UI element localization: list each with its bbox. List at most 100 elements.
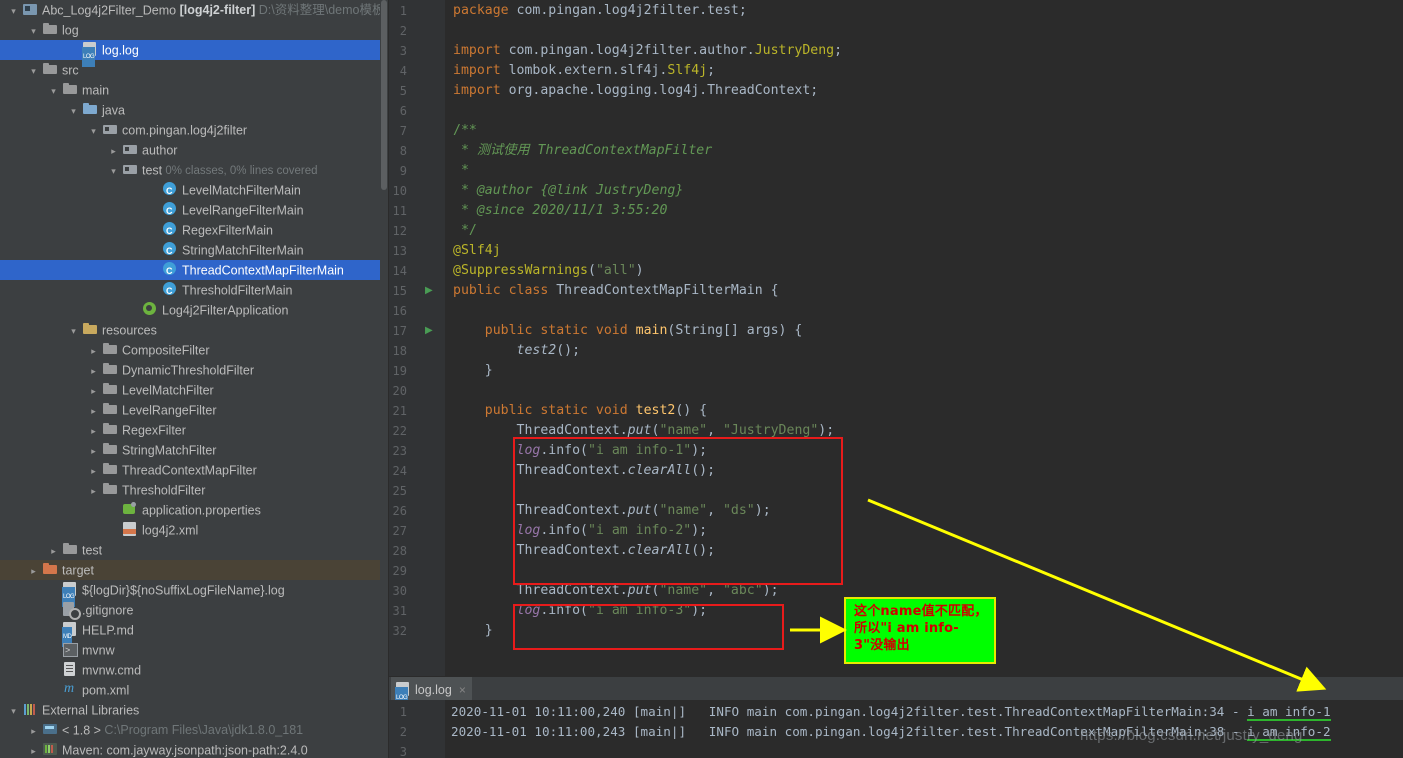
close-icon[interactable]: ×: [459, 683, 466, 697]
tree-item-dynamicthresholdfilter[interactable]: ▸ DynamicThresholdFilter: [0, 360, 389, 380]
run-gutter-icon[interactable]: ▶: [425, 321, 435, 341]
code-line: log.info("i am info-3");: [453, 601, 708, 621]
chevron-down-icon[interactable]: ▾: [8, 701, 19, 721]
chevron-right-icon[interactable]: ▸: [88, 421, 99, 441]
tree-item-java[interactable]: ▾ java: [0, 100, 389, 120]
tree-item-threadcontextmapfilter[interactable]: ▸ ThreadContextMapFilter: [0, 460, 389, 480]
chevron-right-icon[interactable]: ▸: [48, 541, 59, 561]
code-token: }: [453, 363, 493, 378]
chevron-right-icon[interactable]: ▸: [28, 741, 39, 758]
chevron-right-icon[interactable]: ▸: [88, 361, 99, 381]
tree-item-log4j2filterapplication[interactable]: Log4j2FilterApplication: [0, 300, 389, 320]
chevron-down-icon[interactable]: ▾: [68, 321, 79, 341]
tree-item-help-md[interactable]: HELP.md: [0, 620, 389, 647]
chevron-down-icon[interactable]: ▾: [108, 161, 119, 181]
tree-item-external-libraries[interactable]: ▾ External Libraries: [0, 700, 389, 720]
project-tree-scrollbar[interactable]: [380, 0, 388, 758]
tree-item-com-pingan-log4j2filter[interactable]: ▾ com.pingan.log4j2filter: [0, 120, 389, 140]
chevron-down-icon[interactable]: ▾: [8, 1, 19, 21]
chevron-right-icon[interactable]: ▸: [88, 461, 99, 481]
code-line: @Slf4j: [453, 241, 501, 261]
tree-item-levelrangefilter[interactable]: ▸ LevelRangeFilter: [0, 400, 389, 420]
code-line: ThreadContext.put("name", "ds");: [453, 501, 771, 521]
code-line: }: [453, 621, 493, 641]
tree-item-test[interactable]: ▸ test: [0, 540, 389, 560]
code-token: "i am info-1": [588, 443, 692, 458]
tree-item-log4j2-xml[interactable]: log4j2.xml: [0, 520, 389, 540]
folder-icon: [102, 421, 118, 437]
tree-item-gitignore[interactable]: .gitignore: [0, 600, 389, 620]
code-line: ThreadContext.put("name", "abc");: [453, 581, 779, 601]
tree-item-logdir-nosuffixlogfilename-log[interactable]: ${logDir}${noSuffixLogFileName}.log: [0, 580, 389, 607]
chevron-down-icon[interactable]: ▾: [68, 101, 79, 121]
tree-item-pom-xml[interactable]: pom.xml: [0, 679, 389, 701]
tree-item-compositefilter[interactable]: ▸ CompositeFilter: [0, 340, 389, 360]
tree-item-main[interactable]: ▾ main: [0, 80, 389, 100]
chevron-right-icon[interactable]: ▸: [108, 141, 119, 161]
log-console-panel[interactable]: log.log × 1 2 3 2020-11-01 10:11:00,240 [ma…: [389, 676, 1403, 758]
tree-item-threadcontextmapfiltermain[interactable]: ThreadContextMapFilterMain: [0, 260, 389, 281]
tree-item-mvnw[interactable]: mvnw: [0, 640, 389, 660]
line-number: 24: [392, 464, 407, 478]
tree-item-src[interactable]: ▾ src: [0, 60, 389, 80]
chevron-down-icon[interactable]: ▾: [48, 81, 59, 101]
chevron-right-icon[interactable]: ▸: [88, 341, 99, 361]
tree-item-levelrangefiltermain[interactable]: LevelRangeFilterMain: [0, 200, 389, 221]
tree-item-stringmatchfiltermain[interactable]: StringMatchFilterMain: [0, 240, 389, 261]
tree-item-stringmatchfilter[interactable]: ▸ StringMatchFilter: [0, 440, 389, 460]
maven-pom-icon: [62, 679, 78, 699]
code-line: */: [453, 221, 477, 241]
tab-log-log[interactable]: log.log ×: [391, 677, 472, 710]
tree-item-target[interactable]: ▸ target: [0, 560, 389, 580]
tree-item-mvnw-cmd[interactable]: mvnw.cmd: [0, 660, 389, 680]
chevron-right-icon[interactable]: ▸: [88, 381, 99, 401]
scrollbar-thumb[interactable]: [381, 0, 387, 190]
chevron-down-icon[interactable]: ▾: [28, 61, 39, 81]
tree-item-author[interactable]: ▸ author: [0, 140, 389, 160]
tree-item-test[interactable]: ▾ test 0% classes, 0% lines covered: [0, 160, 389, 180]
tree-item-label: LevelMatchFilterMain: [182, 183, 301, 198]
tree-item-maven-com-jayway-jsonpath-json-path-2-4-0[interactable]: ▸ Maven: com.jayway.jsonpath:json-path:2.…: [0, 740, 389, 758]
code-line: import lombok.extern.slf4j.Slf4j;: [453, 61, 715, 81]
chevron-right-icon[interactable]: ▸: [88, 401, 99, 421]
tree-item-label: main: [82, 83, 110, 98]
code-line: log.info("i am info-1");: [453, 441, 708, 461]
chevron-right-icon[interactable]: ▸: [88, 481, 99, 501]
tree-item-resources[interactable]: ▾ resources: [0, 320, 389, 340]
chevron-right-icon[interactable]: ▸: [88, 441, 99, 461]
code-token: );: [691, 603, 708, 618]
chevron-down-icon[interactable]: ▾: [28, 21, 39, 41]
run-gutter-icon[interactable]: ▶: [425, 281, 435, 301]
chevron-right-icon[interactable]: ▸: [28, 561, 39, 581]
tree-item-log[interactable]: ▾ log: [0, 20, 389, 40]
chevron-right-icon[interactable]: ▸: [28, 721, 39, 741]
tree-item-levelmatchfiltermain[interactable]: LevelMatchFilterMain: [0, 180, 389, 201]
tree-item-regexfiltermain[interactable]: RegexFilterMain: [0, 220, 389, 241]
tree-item-log-log[interactable]: log.log: [0, 40, 389, 67]
java-class-icon: [162, 181, 178, 201]
code-editor[interactable]: 1 2 3 4 5 6 7 8 9 10 11 12 13 14 15 ▶ 16 17 ▶ 18 19 20 21 22 23 2…: [389, 0, 1403, 676]
code-token: );: [691, 523, 708, 538]
tree-item-regexfilter[interactable]: ▸ RegexFilter: [0, 420, 389, 440]
tree-item-thresholdfiltermain[interactable]: ThresholdFilterMain: [0, 280, 389, 301]
tree-item-1-8[interactable]: ▸ < 1.8 > C:\Program Files\Java\jdk1.8.0_…: [0, 720, 389, 740]
code-token: org.apache.logging.log4j.ThreadContext;: [508, 83, 819, 98]
console-tab-bar[interactable]: log.log ×: [389, 676, 1403, 710]
chevron-down-icon[interactable]: ▾: [88, 121, 99, 141]
tree-item-abc-log4j2filter-demo[interactable]: ▾ Abc_Log4j2Filter_Demo [log4j2-filter] D…: [0, 0, 389, 20]
tree-item-thresholdfilter[interactable]: ▸ ThresholdFilter: [0, 480, 389, 500]
editor-code-area[interactable]: package com.pingan.log4j2filter.test; imp…: [445, 0, 1403, 676]
folder-icon: [102, 441, 118, 457]
code-token: ,: [707, 583, 723, 598]
code-token: log: [516, 523, 541, 538]
external-libraries-icon: [22, 701, 38, 717]
editor-gutter[interactable]: 1 2 3 4 5 6 7 8 9 10 11 12 13 14 15 ▶ 16 17 ▶ 18 19 20 21 22 23 2…: [389, 0, 445, 676]
project-tree-panel[interactable]: ▾ Abc_Log4j2Filter_Demo [log4j2-filter] D…: [0, 0, 389, 758]
tree-item-label: RegexFilterMain: [182, 223, 274, 238]
tree-item-label: LevelMatchFilter: [122, 383, 214, 398]
tree-item-levelmatchfilter[interactable]: ▸ LevelMatchFilter: [0, 380, 389, 400]
tree-item-application-properties[interactable]: application.properties: [0, 500, 389, 520]
